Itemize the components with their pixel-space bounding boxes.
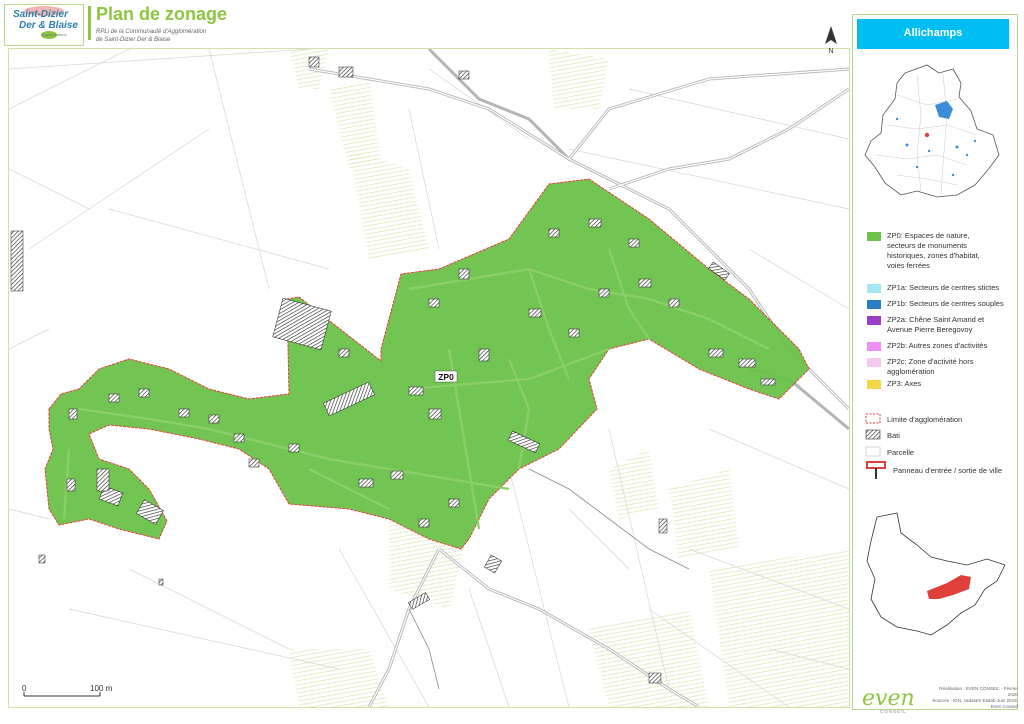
legend-bati-label: Bati <box>887 431 900 440</box>
legend-label-line: voies ferrées <box>887 261 930 270</box>
legend-label-line: Avenue Pierre Beregovoy <box>887 325 973 334</box>
legend-swatch-5 <box>867 358 881 367</box>
legend-label-5: ZP2c: Zone d'activité hors agglomération <box>887 357 1012 377</box>
even-conseil-logo: even <box>862 686 915 711</box>
legend-label-6: ZP3: Axes <box>887 379 1012 389</box>
zoning-map: ZP0 <box>9 49 849 707</box>
legend-label-line: secteurs de monuments <box>887 241 968 250</box>
legend-swatch-1 <box>867 284 881 293</box>
map-canvas[interactable]: ZP0 <box>8 48 850 708</box>
town-sign-icon <box>866 461 886 479</box>
header: Saint-Dizier Der & Blaise Agglomération … <box>0 0 850 48</box>
legend-swatch-2 <box>867 300 881 309</box>
map-title: Plan de zonage <box>96 4 228 24</box>
logo-line2: Der & Blaise <box>19 20 78 31</box>
map-sheet: Saint-Dizier Der & Blaise Agglomération … <box>0 0 1024 724</box>
subtitle-line1: RPLi de la Communauté d'Agglomération <box>96 29 207 35</box>
legend-sign-label: Panneau d'entrée / sortie de ville <box>893 466 1003 475</box>
legend-label-line: ZP0: Espaces de nature, <box>887 231 970 240</box>
locator-map-commune <box>866 512 1006 636</box>
legend-swatch-3 <box>867 316 881 325</box>
legend-swatch-4 <box>867 342 881 351</box>
legend-label-line: ZP2c: Zone d'activité hors <box>887 357 974 366</box>
legend-label-line: ZP2b: Autres zones d'activités <box>887 341 988 350</box>
legend-label-line: agglomération <box>887 367 935 376</box>
legend-swatch-0 <box>867 232 881 241</box>
scale-bar-graphic: 0 100 m <box>22 684 113 697</box>
agglomeration-logo: Saint-Dizier Der & Blaise Agglomération <box>4 4 84 46</box>
commune-banner: Allichamps <box>857 19 1009 49</box>
legend-label-3: ZP2a: Chêne Saint Amand et Avenue Pierre … <box>887 315 1012 335</box>
map-subtitle: RPLi de la Communauté d'Agglomération de… <box>96 28 246 44</box>
legend-label-line: ZP3: Axes <box>887 379 922 388</box>
legend-label-line: ZP1a: Secteurs de centres stictes <box>887 283 1000 292</box>
subtitle-line2: de Saint-Dizier Der & Blaise <box>96 37 171 43</box>
legend-label-2: ZP1b: Secteurs de centres souples <box>887 299 1012 309</box>
even-conseil-logo-sub: CONSEIL <box>880 709 907 714</box>
legend-swatch-6 <box>867 380 881 389</box>
legend-label-4: ZP2b: Autres zones d'activités <box>887 341 1012 351</box>
scale-start: 0 <box>22 684 27 693</box>
legend-label-1: ZP1a: Secteurs de centres stictes <box>887 283 1012 293</box>
legend-sidebar: Allichamps ZP0: Espaces de nature, secteu… <box>852 14 1018 710</box>
commune-name: Allichamps <box>903 27 963 39</box>
title-divider <box>88 6 91 40</box>
legend-label-line: ZP2a: Chêne Saint Amand et <box>887 315 985 324</box>
north-label: N <box>828 48 833 54</box>
north-arrow: N <box>822 26 840 59</box>
legend-parcel-swatch <box>865 446 881 457</box>
north-arrow-icon: N <box>825 26 837 55</box>
legend-parcel-label: Parcelle <box>887 448 915 457</box>
credit-line1: Réalisation : EVEN CONSEIL - Février 202… <box>939 686 1018 697</box>
credit-line3: Even Conseil <box>990 704 1018 709</box>
legend-bati-swatch <box>865 429 881 440</box>
scale-end: 100 m <box>90 684 113 693</box>
logo-line1: Saint-Dizier <box>13 9 69 20</box>
legend-label-line: ZP1b: Secteurs de centres souples <box>887 299 1004 308</box>
logo-line3: Agglomération <box>41 32 67 37</box>
legend-label-0: ZP0: Espaces de nature, secteurs de monum… <box>887 231 1012 271</box>
locator-map-department <box>864 64 1000 198</box>
legend-limit-swatch <box>865 413 881 424</box>
legend-limit-label: Limite d'agglomération <box>887 415 963 424</box>
zone-label: ZP0 <box>438 372 454 382</box>
scale-bar: 0 100 m <box>20 682 130 707</box>
credits: Réalisation : EVEN CONSEIL - Février 202… <box>930 686 1018 710</box>
legend-label-line: historiques, zones d'habitat, <box>887 251 980 260</box>
